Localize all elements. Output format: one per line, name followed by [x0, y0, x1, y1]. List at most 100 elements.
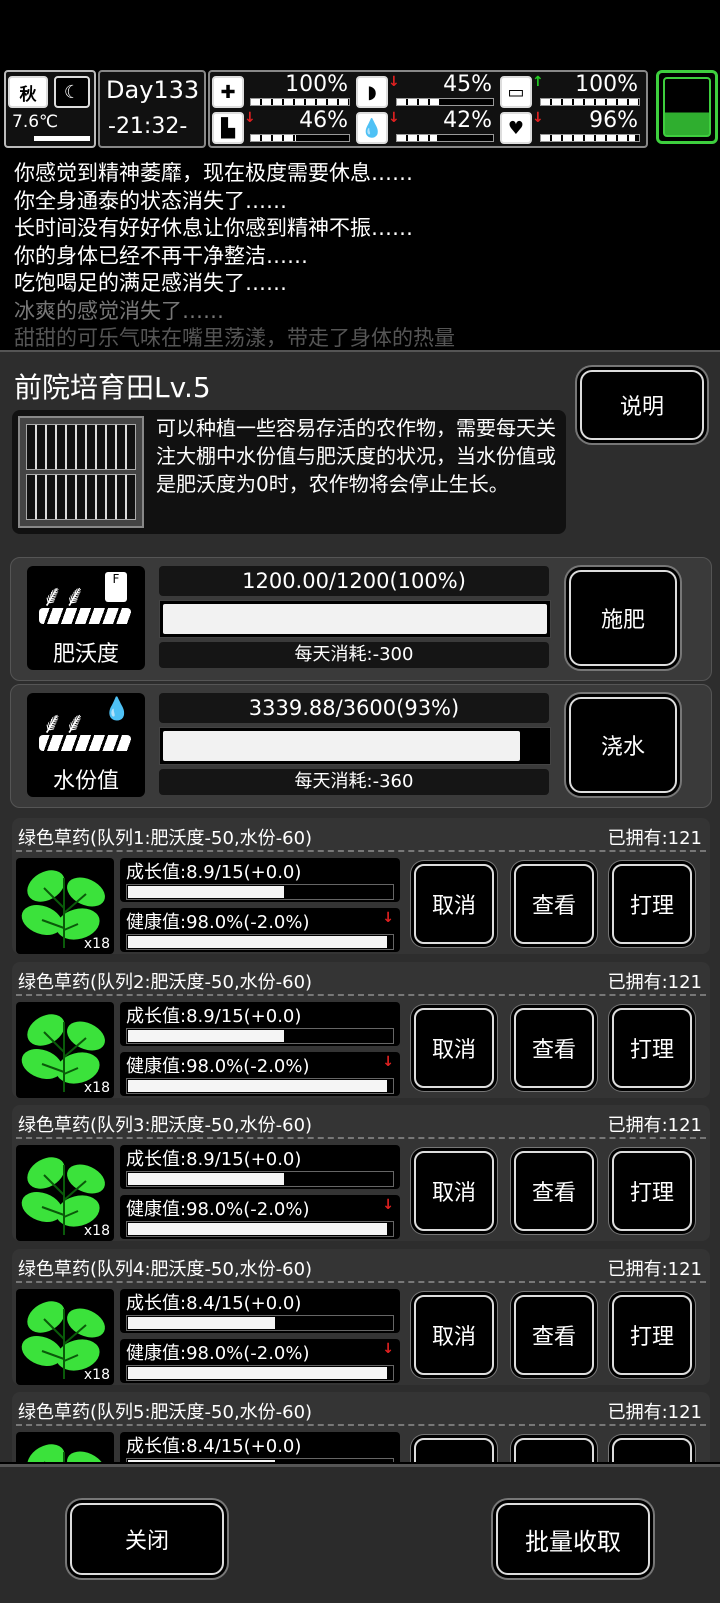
growth-text: 成长值:8.9/15(+0.0) — [126, 1005, 302, 1027]
growth-bar-fill — [128, 886, 284, 898]
menu-button[interactable] — [656, 70, 718, 144]
fertilize-button[interactable]: 施肥 — [569, 570, 677, 666]
growth-text: 成长值:8.9/15(+0.0) — [126, 1149, 302, 1170]
vitals-panel: ✚ 100% ◗ ↓ 45% ▭ ↑ 100% ▙ ↓ 46% 💧 ↓ 42% … — [208, 70, 648, 148]
crop-thumbnail[interactable]: x18 — [16, 1432, 114, 1462]
moisture-bar-fill — [163, 731, 520, 761]
cancel-button[interactable]: 取消 — [414, 1294, 494, 1375]
view-button[interactable]: 查看 — [514, 1007, 594, 1088]
crop-thumbnail[interactable]: x18 — [16, 1288, 114, 1385]
log-line: 甜甜的可乐气味在嘴里荡漾，带走了身体的热量 — [14, 326, 455, 350]
tend-button[interactable]: 打理 — [612, 1294, 692, 1375]
health-down-arrow-icon: ↓ — [382, 1340, 394, 1357]
description-text: 可以种植一些容易存活的农作物，需要每天关注大棚中水份值与肥沃度的状况，当水份值或… — [156, 416, 556, 496]
health-bar — [126, 1077, 394, 1094]
crop-title: 绿色草药(队列1:肥沃度-50,水份-60) — [18, 828, 313, 849]
divider — [16, 1137, 706, 1139]
moisture-bar — [159, 727, 551, 765]
crop-card: 绿色草药(队列5:肥沃度-50,水份-60) 已拥有:121 x18 成长值:8… — [12, 1392, 710, 1462]
cancel-button[interactable]: 取消 — [414, 1151, 494, 1231]
harvest-all-button[interactable]: 批量收取 — [496, 1503, 650, 1575]
farm-panel: 前院培育田Lv.5 说明 可以种植一些容易存活的农作物，需要每天关注大棚中水份值… — [0, 350, 720, 1462]
health-text: 健康值:98.0%(-2.0%) — [126, 1199, 310, 1220]
health-bar — [250, 98, 350, 106]
log-line: 长时间没有好好休息让你感到精神不振…… — [14, 216, 413, 240]
stamina-value: 46% — [299, 108, 348, 133]
divider — [16, 993, 706, 996]
owned-count: 已拥有:121 — [607, 1115, 702, 1136]
green-herb-icon — [27, 1444, 105, 1462]
crop-list[interactable]: 绿色草药(队列1:肥沃度-50,水份-60) 已拥有:121 x18 成长值:8… — [0, 816, 720, 1462]
cancel-button[interactable]: 取消 — [414, 1007, 494, 1088]
heart-icon: ♥ — [500, 112, 532, 144]
view-button[interactable]: 查看 — [514, 1294, 594, 1375]
tend-button[interactable]: 打理 — [612, 1438, 692, 1462]
health-bar — [126, 1364, 394, 1381]
moisture-daily-consumption: 每天消耗:-360 — [159, 769, 549, 795]
health-text: 健康值:98.0%(-2.0%) — [126, 1055, 310, 1077]
footer-bar: 关闭 批量收取 — [0, 1464, 720, 1603]
crop-thumbnail[interactable]: x18 — [16, 1145, 114, 1241]
health-down-arrow-icon: ↓ — [382, 1197, 394, 1213]
growth-bar-fill — [128, 1316, 275, 1329]
tend-button[interactable]: 打理 — [612, 1151, 692, 1231]
health-bar-fill — [128, 1223, 387, 1235]
view-button[interactable]: 查看 — [514, 1438, 594, 1462]
log-line: 你感觉到精神萎靡，现在极度需要休息…… — [14, 161, 413, 185]
growth-panel: 成长值:8.4/15(+0.0) — [120, 1288, 400, 1333]
temperature: 7.6℃ — [12, 112, 59, 132]
health-panel: 健康值:98.0%(-2.0%) ↓ — [120, 1195, 400, 1239]
crop-thumbnail[interactable]: x18 — [16, 858, 114, 954]
stamina-bar — [250, 134, 350, 142]
medkit-icon: ✚ — [212, 76, 244, 108]
water-button[interactable]: 浇水 — [569, 697, 677, 793]
season-label: 秋 — [8, 76, 48, 108]
weather-panel: 秋 ☾ 7.6℃ — [4, 70, 96, 148]
fertility-section: ⸙⸙ F 肥沃度 1200.00/1200(100%) 每天消耗:-300 施肥 — [10, 557, 712, 681]
growth-bar — [126, 1314, 394, 1331]
growth-bar — [126, 1027, 394, 1044]
growth-panel: 成长值:8.9/15(+0.0) — [120, 1145, 400, 1189]
fertility-bar-fill — [163, 604, 547, 634]
log-line: 你全身通泰的状态消失了…… — [14, 188, 287, 213]
fertilizer-bag-icon: F — [105, 572, 127, 602]
log-line: 吃饱喝足的满足感消失了…… — [14, 271, 287, 295]
growth-panel: 成长值:8.9/15(+0.0) — [120, 858, 400, 902]
water-drop-icon: 💧 — [356, 112, 388, 144]
growth-bar — [126, 884, 394, 900]
fertility-label: 肥沃度 — [52, 642, 119, 667]
crop-quantity: x18 — [83, 1223, 110, 1239]
close-button[interactable]: 关闭 — [70, 1503, 224, 1575]
cancel-button[interactable]: 取消 — [414, 1438, 494, 1462]
growth-bar — [126, 1458, 394, 1462]
soil-icon — [39, 735, 131, 751]
growth-bar-fill — [128, 1460, 275, 1462]
view-button[interactable]: 查看 — [514, 1151, 594, 1231]
growth-text: 成长值:8.4/15(+0.0) — [126, 1292, 302, 1314]
day-time-panel: Day133 -21:32- — [98, 70, 206, 148]
water-drops-icon: 💧 — [103, 697, 131, 722]
divider — [16, 1280, 706, 1283]
cancel-button[interactable]: 取消 — [414, 864, 494, 944]
water-bar — [396, 134, 494, 142]
health-bar-fill — [128, 1366, 387, 1379]
explain-button[interactable]: 说明 — [580, 370, 704, 440]
growth-text: 成长值:8.9/15(+0.0) — [126, 862, 302, 883]
growth-bar — [126, 1171, 394, 1187]
boot-icon: ▙ — [212, 112, 244, 144]
view-button[interactable]: 查看 — [514, 864, 594, 944]
moisture-value: 3339.88/3600(93%) — [159, 693, 549, 723]
tend-button[interactable]: 打理 — [612, 1007, 692, 1088]
crop-card: 绿色草药(队列3:肥沃度-50,水份-60) 已拥有:121 x18 成长值:8… — [12, 1105, 710, 1241]
crop-title: 绿色草药(队列4:肥沃度-50,水份-60) — [18, 1258, 313, 1280]
fertility-daily-consumption: 每天消耗:-300 — [159, 642, 549, 668]
watering-icon: ⸙⸙ 💧 水份值 — [27, 693, 145, 797]
battery-icon: ▭ — [500, 76, 532, 108]
clock: -21:32- — [108, 114, 188, 139]
fertility-value: 1200.00/1200(100%) — [159, 566, 549, 596]
crop-thumbnail[interactable]: x18 — [16, 1001, 114, 1098]
health-down-arrow-icon: ↓ — [382, 1053, 394, 1070]
health-text: 健康值:98.0%(-2.0%) — [126, 1342, 310, 1364]
tend-button[interactable]: 打理 — [612, 864, 692, 944]
health-bar — [126, 1221, 394, 1237]
